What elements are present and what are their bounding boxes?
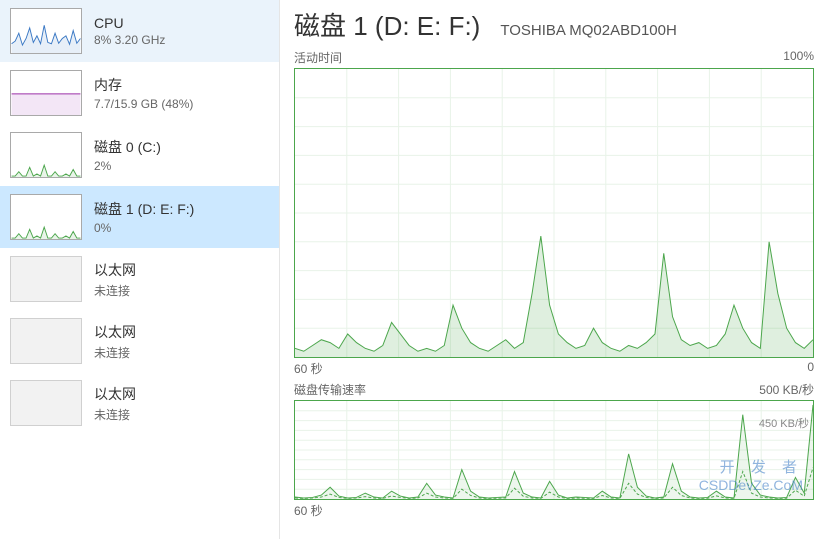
transfer-inner-label: 450 KB/秒 [759,415,809,431]
transfer-max: 500 KB/秒 [759,381,814,398]
activity-max: 100% [783,49,814,66]
transfer-label: 磁盘传输速率 [294,381,366,398]
cpu-thumb-icon [10,8,82,54]
eth-thumb-icon [10,318,82,364]
mem-thumb-icon [10,70,82,116]
transfer-xleft: 60 秒 [294,502,323,519]
page-title: 磁盘 1 (D: E: F:) [294,6,480,43]
sidebar-item-title: 以太网 [94,322,269,342]
activity-label: 活动时间 [294,49,342,66]
sidebar[interactable]: CPU 8% 3.20 GHz 内存 7.7/15.9 GB (48%) 磁盘 0 (C… [0,0,280,539]
sidebar-item-sub: 7.7/15.9 GB (48%) [94,97,269,111]
sidebar-item-sub: 未连接 [94,282,269,299]
transfer-chart: 450 KB/秒 开 发 者 CSDDevZe.CoM [294,400,814,500]
activity-chart-block: 活动时间 100% 60 秒 0 [294,49,814,377]
disk-thumb-icon [10,194,82,240]
activity-xright: 0 [807,360,814,377]
sidebar-item-title: 磁盘 0 (C:) [94,137,269,157]
sidebar-item-title: 磁盘 1 (D: E: F:) [94,199,269,219]
sidebar-item-sub: 未连接 [94,406,269,423]
sidebar-item-title: CPU [94,15,269,31]
sidebar-item-3[interactable]: 磁盘 1 (D: E: F:) 0% [0,186,279,248]
disk-thumb-icon [10,132,82,178]
device-model: TOSHIBA MQ02ABD100H [500,22,676,39]
sidebar-item-title: 内存 [94,75,269,95]
sidebar-item-2[interactable]: 磁盘 0 (C:) 2% [0,124,279,186]
main-panel: 磁盘 1 (D: E: F:) TOSHIBA MQ02ABD100H 活动时间… [280,0,828,539]
sidebar-item-sub: 8% 3.20 GHz [94,33,269,47]
sidebar-item-sub: 2% [94,159,269,173]
sidebar-item-1[interactable]: 内存 7.7/15.9 GB (48%) [0,62,279,124]
sidebar-item-sub: 未连接 [94,344,269,361]
activity-chart [294,68,814,358]
eth-thumb-icon [10,256,82,302]
sidebar-item-sub: 0% [94,221,269,235]
eth-thumb-icon [10,380,82,426]
sidebar-item-title: 以太网 [94,384,269,404]
sidebar-item-5[interactable]: 以太网未连接 [0,310,279,372]
activity-xleft: 60 秒 [294,360,323,377]
sidebar-item-4[interactable]: 以太网未连接 [0,248,279,310]
sidebar-item-0[interactable]: CPU 8% 3.20 GHz [0,0,279,62]
sidebar-item-6[interactable]: 以太网未连接 [0,372,279,434]
sidebar-item-title: 以太网 [94,260,269,280]
transfer-chart-block: 磁盘传输速率 500 KB/秒 450 KB/秒 开 发 者 CSDDevZe.… [294,381,814,519]
